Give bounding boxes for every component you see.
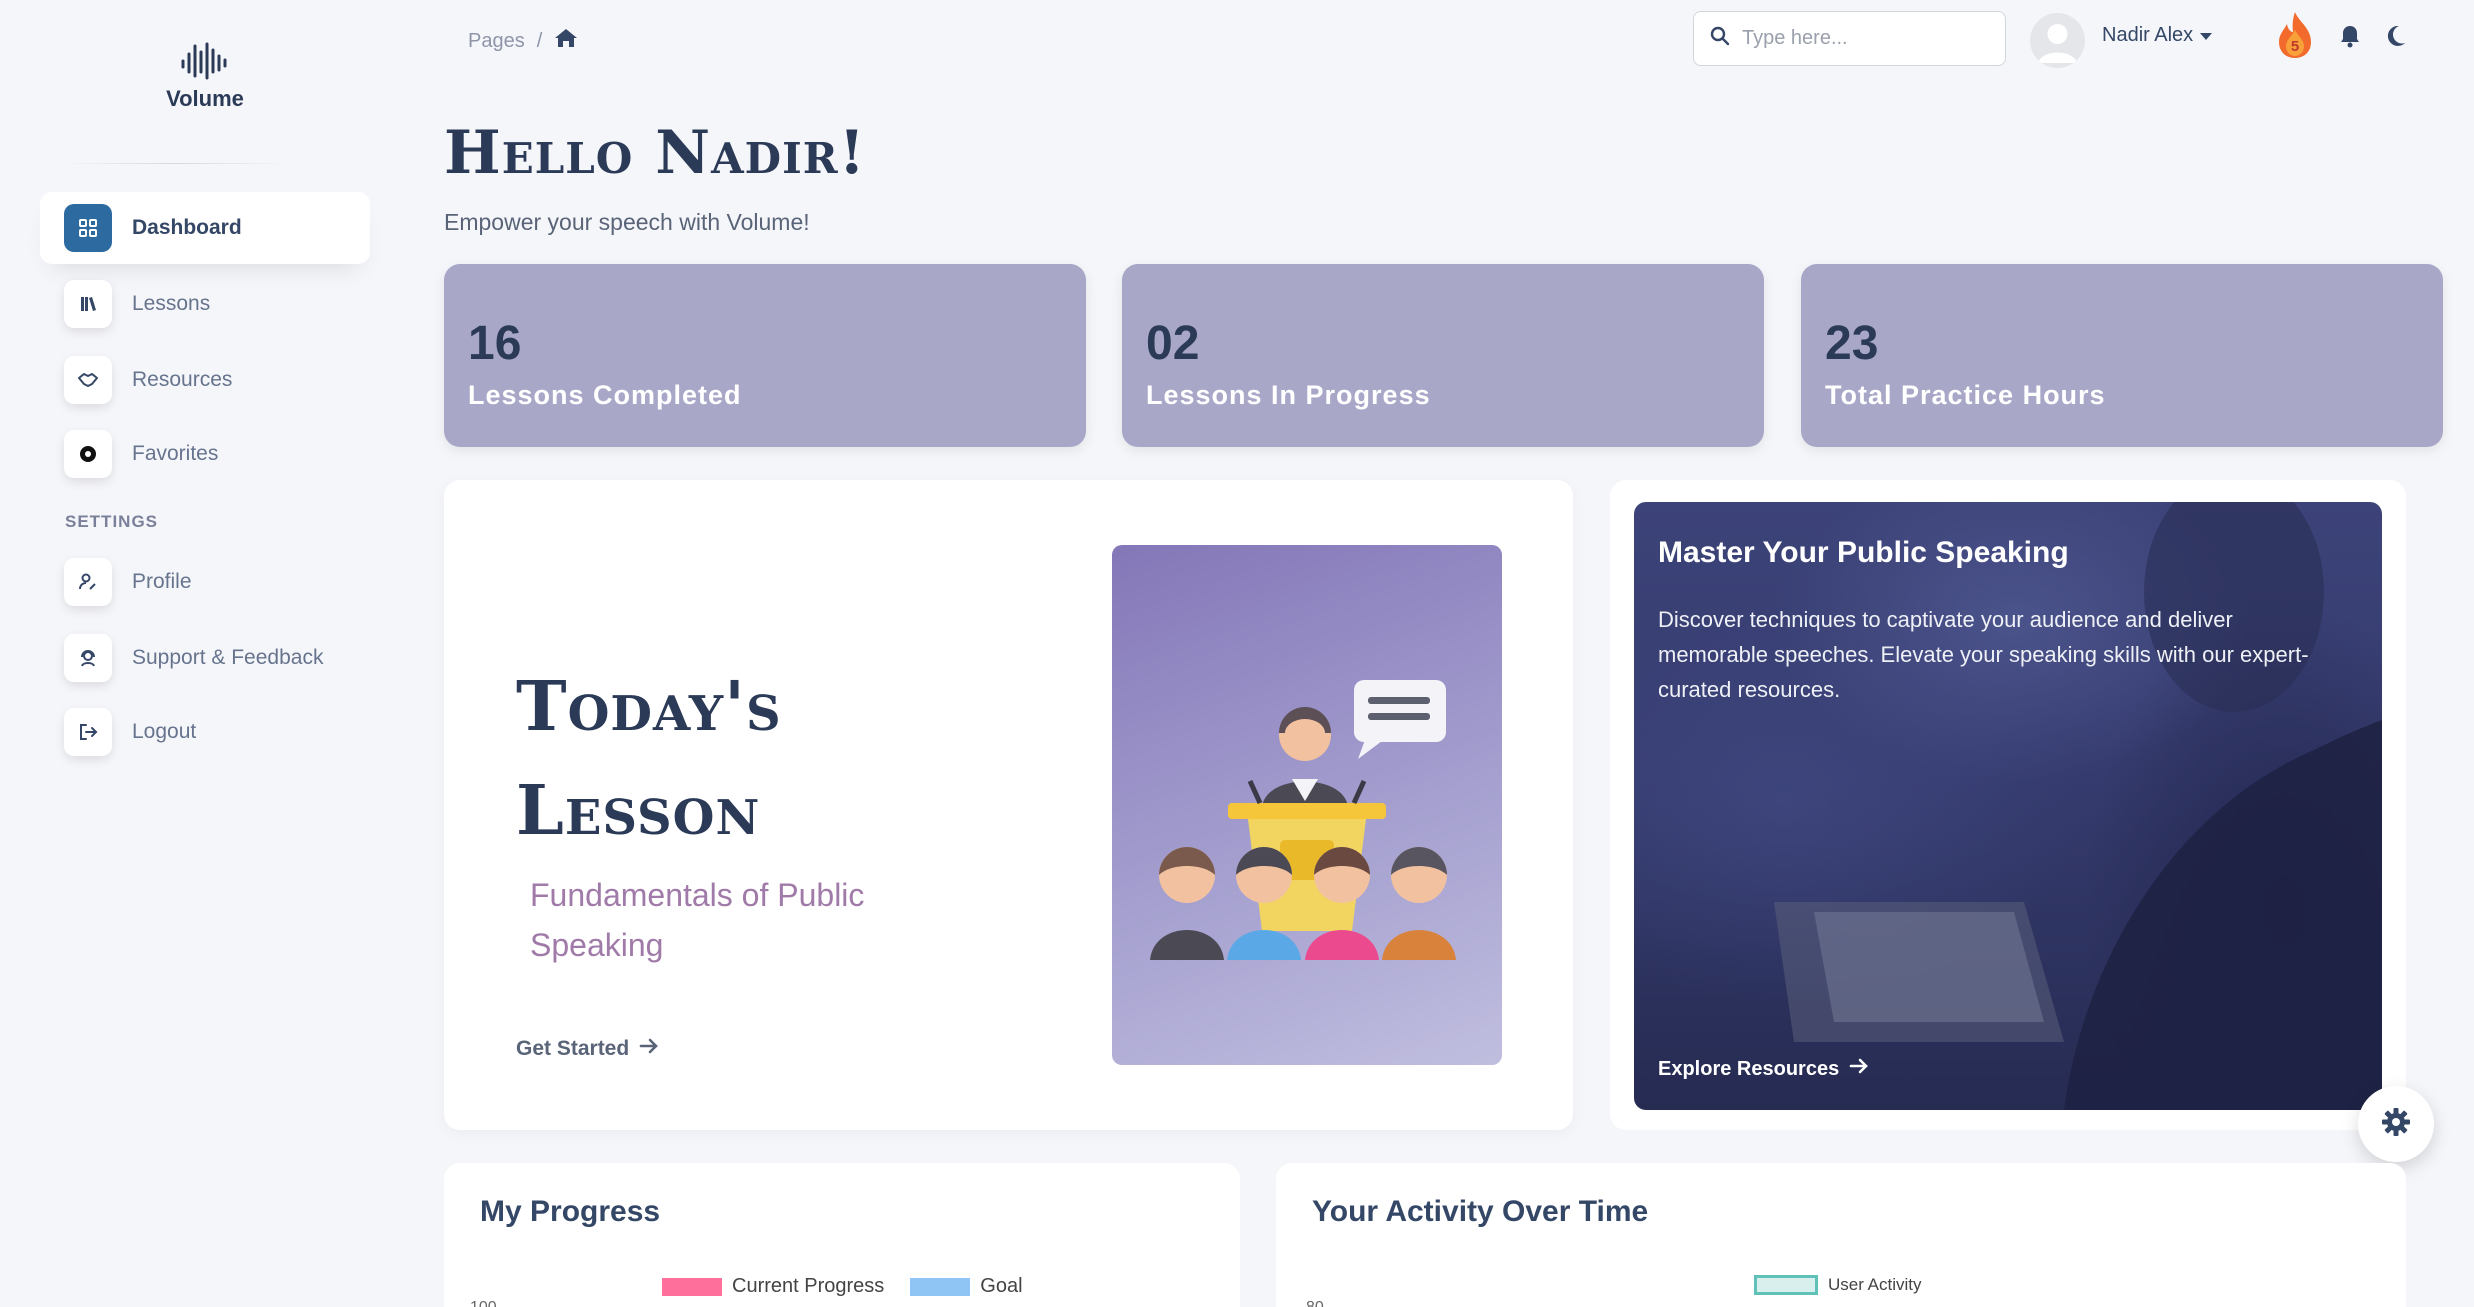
conference-background-image [1774, 502, 2382, 1110]
panel-title: Your Activity Over Time [1312, 1195, 1649, 1228]
sidebar-item-logout[interactable]: Logout [40, 696, 370, 768]
legend-swatch-current [662, 1277, 722, 1296]
public-speaking-card: Master Your Public Speaking Discover tec… [1610, 480, 2406, 1130]
support-agent-icon [64, 634, 112, 682]
arrow-right-icon [639, 1037, 659, 1061]
page-subtitle: Empower your speech with Volume! [444, 209, 810, 235]
activity-over-time-panel: Your Activity Over Time User Activity 80 [1276, 1163, 2406, 1307]
handshake-icon [64, 356, 112, 404]
my-progress-panel: My Progress Current Progress Goal 100 [444, 1163, 1240, 1307]
caret-down-icon [2199, 24, 2213, 47]
chart-legend: Current Progress Goal [662, 1275, 1023, 1298]
breadcrumb: Pages / [468, 28, 578, 54]
lesson-topic: Fundamentals of Public Speaking [530, 877, 865, 963]
legend-swatch-activity [1754, 1275, 1818, 1295]
brand[interactable]: Volume [0, 40, 410, 112]
panel-title: My Progress [480, 1195, 661, 1228]
stat-value: 16 [468, 317, 522, 370]
dashboard-icon [64, 204, 112, 252]
stat-card-lessons-completed: 16 Lessons Completed [444, 264, 1086, 447]
books-icon [64, 280, 112, 328]
y-axis-tick: 100 [470, 1299, 497, 1307]
legend-label-activity[interactable]: User Activity [1828, 1275, 1922, 1295]
get-started-link[interactable]: Get Started [516, 1037, 659, 1061]
streak-flame-badge[interactable]: 5 [2273, 10, 2317, 60]
breadcrumb-separator: / [536, 29, 543, 52]
sidebar-item-label: Profile [132, 570, 192, 593]
gear-icon [2381, 1107, 2411, 1142]
sidebar: Volume Dashboard Lessons Resources Favor… [0, 0, 410, 1307]
favorite-record-icon [64, 430, 112, 478]
avatar[interactable] [2030, 13, 2085, 68]
search-input[interactable] [1742, 27, 1982, 50]
stat-label: Total Practice Hours [1825, 380, 2106, 410]
search-icon [1710, 26, 1730, 51]
stat-value: 02 [1146, 317, 1200, 370]
legend-label-goal[interactable]: Goal [980, 1275, 1022, 1298]
sidebar-item-resources[interactable]: Resources [40, 344, 370, 416]
settings-section-title: SETTINGS [65, 512, 159, 531]
lesson-card-title: Today's Lesson [516, 667, 782, 851]
arrow-right-icon [1849, 1057, 1869, 1081]
sidebar-item-label: Dashboard [132, 216, 242, 239]
get-started-label: Get Started [516, 1037, 630, 1060]
legend-swatch-goal [910, 1277, 971, 1296]
page-title: Hello Nadir! [444, 118, 866, 188]
public-speaking-title: Master Your Public Speaking [1658, 536, 2069, 569]
sidebar-divider [60, 163, 290, 164]
stat-card-lessons-in-progress: 02 Lessons In Progress [1122, 264, 1764, 447]
sidebar-item-favorites[interactable]: Favorites [40, 418, 370, 490]
stat-value: 23 [1825, 317, 1879, 370]
user-menu[interactable]: Nadir Alex [2102, 24, 2213, 47]
user-name: Nadir Alex [2102, 24, 2194, 46]
dark-mode-moon-icon[interactable] [2384, 24, 2406, 53]
explore-resources-link[interactable]: Explore Resources [1658, 1057, 1869, 1081]
settings-gear-button[interactable] [2358, 1086, 2434, 1162]
stat-label: Lessons In Progress [1146, 380, 1431, 410]
sidebar-item-label: Support & Feedback [132, 646, 324, 669]
sound-wave-logo-icon [181, 42, 227, 80]
y-axis-tick: 80 [1306, 1299, 1324, 1307]
sidebar-item-support[interactable]: Support & Feedback [40, 622, 370, 694]
public-speaking-banner: Master Your Public Speaking Discover tec… [1634, 502, 2382, 1110]
explore-resources-label: Explore Resources [1658, 1057, 1840, 1080]
sidebar-item-profile[interactable]: Profile [40, 546, 370, 618]
chart-legend: User Activity [1754, 1275, 1922, 1295]
home-icon[interactable] [554, 28, 578, 54]
user-edit-icon [64, 558, 112, 606]
speaker-audience-illustration [1112, 545, 1502, 1065]
sidebar-item-lessons[interactable]: Lessons [40, 268, 370, 340]
sidebar-item-label: Favorites [132, 442, 219, 465]
public-speaking-description: Discover techniques to captivate your au… [1658, 607, 2309, 702]
todays-lesson-card: Today's Lesson Fundamentals of Public Sp… [444, 480, 1573, 1130]
sidebar-item-label: Logout [132, 720, 197, 743]
sidebar-item-label: Resources [132, 368, 233, 391]
logout-icon [64, 708, 112, 756]
sidebar-item-label: Lessons [132, 292, 211, 315]
sidebar-item-dashboard[interactable]: Dashboard [40, 192, 370, 264]
legend-label-current[interactable]: Current Progress [732, 1275, 884, 1298]
notifications-bell-icon[interactable] [2339, 24, 2361, 53]
brand-name: Volume [166, 86, 244, 111]
search-box [1693, 11, 2006, 66]
stat-card-practice-hours: 23 Total Practice Hours [1801, 264, 2443, 447]
stat-label: Lessons Completed [468, 380, 742, 410]
streak-count: 5 [2290, 38, 2300, 55]
breadcrumb-root[interactable]: Pages [468, 30, 525, 53]
